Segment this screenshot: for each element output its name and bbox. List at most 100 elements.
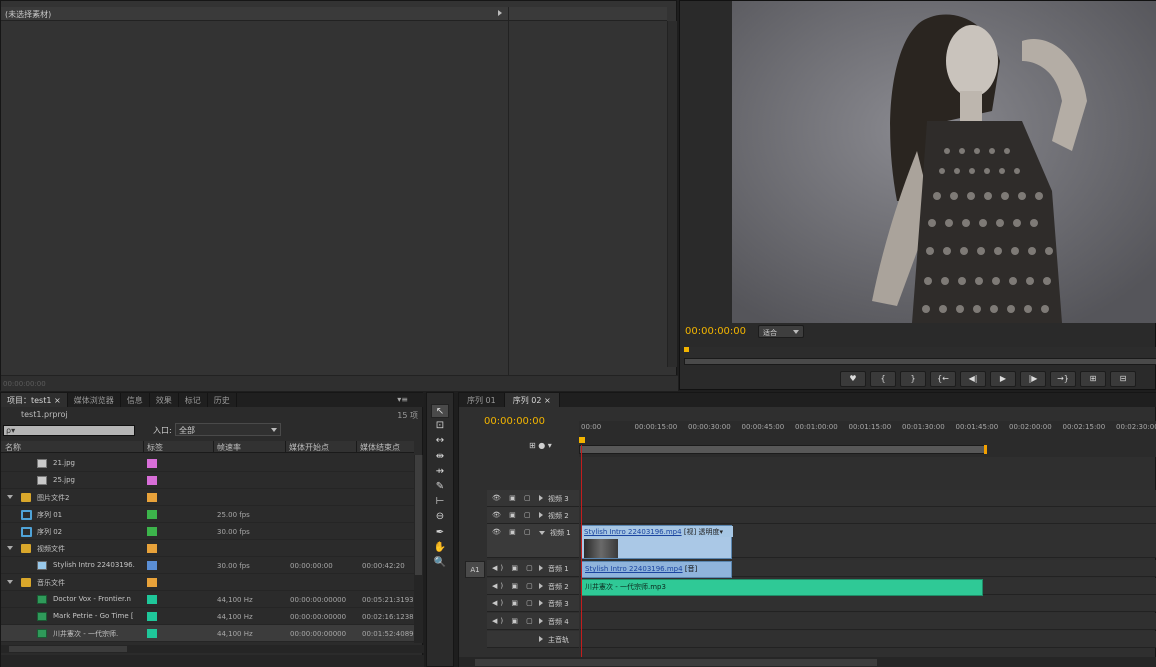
rate-stretch-tool-icon[interactable]: ⇸ — [431, 465, 449, 479]
zoom-fit-dropdown[interactable]: 适合 — [758, 325, 804, 338]
expand-twisty-icon[interactable] — [7, 546, 13, 550]
project-row[interactable]: 21.jpg — [1, 455, 414, 472]
go-to-in-button[interactable]: {← — [930, 371, 956, 387]
entry-dropdown[interactable]: 全部 — [175, 423, 281, 436]
track-header[interactable]: 👁 ▣ ▢ 视频 3 — [487, 490, 579, 507]
search-input[interactable]: ρ▾ — [3, 425, 135, 436]
label-color-swatch[interactable] — [147, 510, 157, 519]
selection-tool-icon[interactable]: ↖ — [431, 404, 449, 418]
slide-tool-icon[interactable]: ⊖ — [431, 510, 449, 524]
track-header[interactable]: ◀) ▣ ▢ 音频 3 — [487, 595, 579, 612]
label-color-swatch[interactable] — [147, 459, 157, 468]
column-divider[interactable] — [356, 441, 357, 453]
expand-arrow-icon[interactable] — [539, 583, 543, 589]
tab-markers[interactable]: 标记 — [179, 393, 208, 407]
expand-arrow-icon[interactable] — [539, 636, 543, 642]
expand-arrow-icon[interactable] — [539, 495, 543, 501]
project-row[interactable]: 图片文件2 — [1, 489, 414, 506]
project-row[interactable]: Stylish Intro 22403196. 30.00 fps 00:00:00… — [1, 557, 414, 574]
track-select-tool-icon[interactable]: ⊡ — [431, 419, 449, 433]
column-label[interactable]: 标签 — [147, 442, 163, 453]
project-row[interactable]: Mark Petrie - Go Time [44,100 Hz 00:00:00… — [1, 608, 414, 625]
add-marker-button[interactable]: ♥ — [840, 371, 866, 387]
rolling-edit-tool-icon[interactable]: ⇹ — [431, 450, 449, 464]
label-color-swatch[interactable] — [147, 561, 157, 570]
expand-arrow-icon[interactable] — [539, 565, 543, 571]
ripple-edit-tool-icon[interactable]: ↔ — [431, 434, 449, 448]
pen-tool-icon[interactable]: ✒ — [431, 526, 449, 540]
razor-tool-icon[interactable]: ✎ — [431, 480, 449, 494]
column-frame-rate[interactable]: 帧速率 — [217, 442, 241, 453]
program-timecode[interactable]: 00:00:00:00 — [685, 326, 746, 337]
scroll-thumb[interactable] — [475, 659, 877, 666]
tab-project[interactable]: 项目：test1 × — [1, 393, 68, 407]
track-visibility-icon[interactable]: 👁 ▣ ▢ — [492, 511, 534, 519]
label-color-swatch[interactable] — [147, 476, 157, 485]
track-lane[interactable] — [580, 631, 1156, 648]
hand-tool-icon[interactable]: ✋ — [431, 541, 449, 555]
track-visibility-icon[interactable]: 👁 ▣ ▢ — [492, 528, 534, 536]
track-lane[interactable] — [580, 613, 1156, 630]
scroll-thumb[interactable] — [415, 455, 422, 575]
track-header[interactable]: 主音轨 — [487, 631, 579, 648]
expand-arrow-icon[interactable] — [539, 531, 545, 535]
project-row[interactable]: 25.jpg — [1, 472, 414, 489]
project-row[interactable]: 序列 02 30.00 fps — [1, 523, 414, 540]
label-color-swatch[interactable] — [147, 629, 157, 638]
label-color-swatch[interactable] — [147, 527, 157, 536]
expand-arrow-icon[interactable] — [498, 10, 502, 16]
track-lane[interactable] — [580, 507, 1156, 524]
track-lane[interactable] — [580, 595, 1156, 612]
mark-in-button[interactable]: { — [870, 371, 896, 387]
expand-arrow-icon[interactable] — [539, 600, 543, 606]
label-color-swatch[interactable] — [147, 578, 157, 587]
scroll-thumb[interactable] — [9, 646, 127, 652]
video-clip-effect[interactable]: 透明度▾ — [699, 528, 724, 536]
panel-menu-icon[interactable]: ▾≡ — [397, 395, 408, 404]
source-scrollbar[interactable] — [667, 21, 677, 367]
audio-source-patch-a1[interactable]: A1 — [465, 561, 485, 578]
label-color-swatch[interactable] — [147, 595, 157, 604]
project-row[interactable]: 音乐文件 — [1, 574, 414, 591]
playhead-marker[interactable] — [684, 347, 689, 352]
expand-twisty-icon[interactable] — [7, 580, 13, 584]
step-back-button[interactable]: ◀| — [960, 371, 986, 387]
project-vertical-scrollbar[interactable] — [414, 455, 423, 643]
column-name[interactable]: 名称 — [5, 442, 21, 453]
audio-clip-2[interactable]: 川井憲次 - 一代宗师.mp3 — [581, 579, 983, 596]
tab-info[interactable]: 信息 — [121, 393, 150, 407]
track-speaker-icon[interactable]: ◀) ▣ ▢ — [492, 617, 536, 625]
track-header[interactable]: ◀) ▣ ▢ 音频 4 — [487, 613, 579, 630]
project-row[interactable]: Doctor Vox - Frontier.n 44,100 Hz 00:00:00… — [1, 591, 414, 608]
timeline-horizontal-scrollbar[interactable] — [459, 657, 1156, 667]
tab-effects[interactable]: 效果 — [150, 393, 179, 407]
zoom-tool-icon[interactable]: 🔍 — [431, 556, 449, 570]
program-time-ruler[interactable] — [684, 347, 1156, 365]
track-header[interactable]: ◀) ▣ ▢ 音频 2 — [487, 578, 579, 595]
label-color-swatch[interactable] — [147, 493, 157, 502]
track-header[interactable]: 👁 ▣ ▢ 视频 1 — [487, 524, 579, 558]
track-speaker-icon[interactable]: ◀) ▣ ▢ — [492, 564, 536, 572]
tab-history[interactable]: 历史 — [208, 393, 237, 407]
track-header[interactable]: 👁 ▣ ▢ 视频 2 — [487, 507, 579, 524]
slip-tool-icon[interactable]: ⊢ — [431, 495, 449, 509]
project-horizontal-scrollbar[interactable] — [1, 645, 424, 653]
play-button[interactable]: ▶ — [990, 371, 1016, 387]
audio-clip-1[interactable]: Stylish Intro 22403196.mp4 [音] — [581, 561, 732, 578]
project-row[interactable]: 川井憲次 - 一代宗师. 44,100 Hz 00:00:00:00000 00:01… — [1, 625, 414, 642]
column-divider[interactable] — [213, 441, 214, 453]
expand-arrow-icon[interactable] — [539, 618, 543, 624]
track-visibility-icon[interactable]: 👁 ▣ ▢ — [492, 494, 534, 502]
column-divider[interactable] — [285, 441, 286, 453]
lift-button[interactable]: ⊞ — [1080, 371, 1106, 387]
track-speaker-icon[interactable]: ◀) ▣ ▢ — [492, 599, 536, 607]
label-color-swatch[interactable] — [147, 544, 157, 553]
extract-button[interactable]: ⊟ — [1110, 371, 1136, 387]
tab-media-browser[interactable]: 媒体浏览器 — [68, 393, 121, 407]
track-header[interactable]: ◀) ▣ ▢ 音频 1 — [487, 560, 579, 577]
step-forward-button[interactable]: |▶ — [1020, 371, 1046, 387]
go-to-out-button[interactable]: →} — [1050, 371, 1076, 387]
video-clip[interactable]: Stylish Intro 22403196.mp4 [视] 透明度▾ — [581, 525, 733, 559]
project-row[interactable]: 视频文件 — [1, 540, 414, 557]
column-media-start[interactable]: 媒体开始点 — [289, 442, 329, 453]
